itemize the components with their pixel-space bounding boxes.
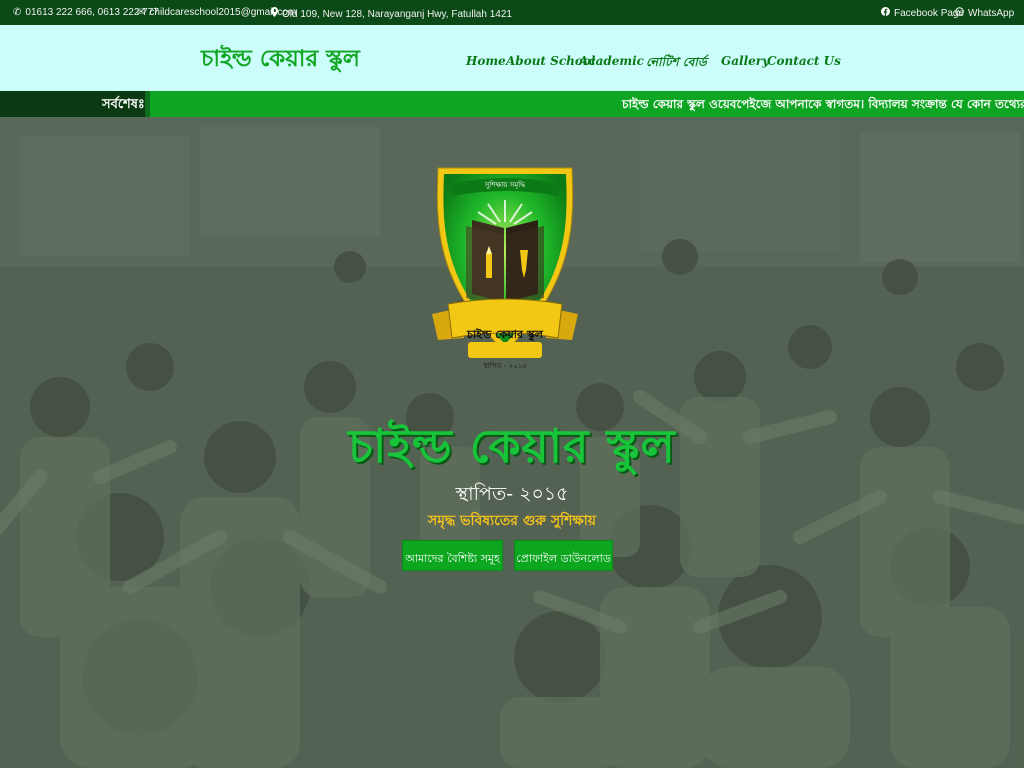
hero-title: চাইল্ড কেয়ার স্কুল [348, 419, 676, 473]
crest-motto: সুশিক্ষায় সমৃদ্ধি [484, 181, 526, 189]
address-info: Old 109, New 128, Narayanganj Hwy, Fatul… [271, 7, 512, 20]
facebook-label: Facebook Page [894, 8, 965, 19]
nav-home[interactable]: Home [466, 54, 506, 72]
facebook-link[interactable]: Facebook Page [881, 7, 964, 19]
ticker-track[interactable]: চাইল্ড কেয়ার স্কুল ওয়েবপেইজে আপনাকে স্… [150, 91, 1024, 117]
profile-download-button[interactable]: প্রোফাইল ডাউনলোড [514, 540, 613, 571]
nav-academic-label: Academic [579, 54, 644, 68]
features-button[interactable]: আমাদের বৈশিষ্ট্য সমূহ [402, 540, 503, 571]
ticker-text[interactable]: চাইল্ড কেয়ার স্কুল ওয়েবপেইজে আপনাকে স্… [622, 96, 1024, 116]
mail-icon: ✉ [137, 7, 146, 18]
whatsapp-label: WhatsApp [968, 8, 1015, 19]
news-ticker: সর্বশেষঃ চাইল্ড কেয়ার স্কুল ওয়েবপেইজে … [0, 91, 1024, 117]
location-pin-icon [271, 7, 278, 17]
ticker-label: সর্বশেষঃ [0, 91, 145, 117]
nav-contact-us[interactable]: Contact Us [767, 54, 841, 72]
hero-established: স্থাপিত- ২০১৫ [455, 483, 569, 505]
crest-banner-text: চাইল্ড কেয়ার স্কুল [467, 328, 543, 341]
nav-notice-board[interactable]: নোটিশ বোর্ড [646, 54, 707, 72]
hero-section: সুশিক্ষায় সমৃদ্ধি চাইল্ড কেয়ার স্কুল স… [0, 117, 1024, 768]
top-info-bar: ✆ 01613 222 666, 0613 222 777 ✉ childcares… [0, 0, 1024, 25]
nav-gallery[interactable]: Gallery [721, 54, 769, 72]
facebook-icon [881, 7, 890, 16]
whatsapp-link[interactable]: WhatsApp [955, 7, 1014, 19]
crest-founded: স্থাপিত - ২০১৫ [483, 362, 527, 370]
site-logo-text[interactable]: চাইল্ড কেয়ার স্কুল [201, 40, 360, 79]
nav-academic[interactable]: Academic ▾ [579, 54, 656, 72]
phone-icon: ✆ [13, 7, 22, 18]
whatsapp-icon [955, 7, 964, 16]
hero-tagline: সমৃদ্ধ ভবিষ্যতের গুরু সুশিক্ষায় [427, 513, 597, 529]
address-text: Old 109, New 128, Narayanganj Hwy, Fatul… [282, 9, 512, 20]
main-navbar: চাইল্ড কেয়ার স্কুল Home About School Ac… [0, 25, 1024, 91]
